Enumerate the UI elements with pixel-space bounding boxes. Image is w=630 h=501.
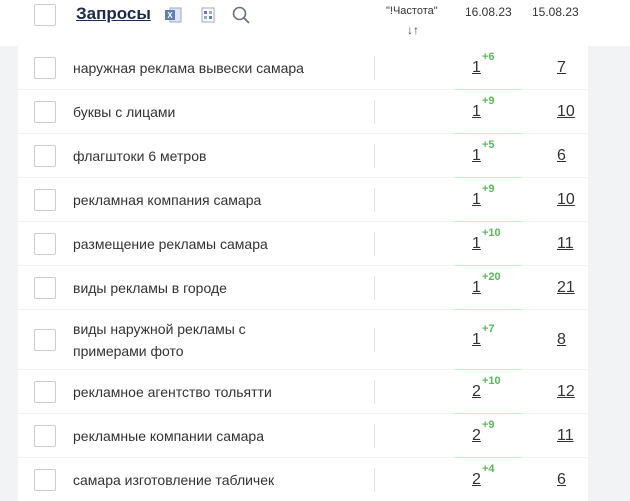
previous-position-link[interactable]: 21: [557, 279, 575, 297]
position-change-badge: +10: [482, 375, 501, 387]
column-divider: [374, 232, 375, 256]
previous-position-link[interactable]: 7: [557, 59, 566, 77]
position-link[interactable]: 1: [472, 331, 481, 349]
query-text: виды рекламы в городе: [73, 280, 227, 296]
position-link[interactable]: 1: [472, 59, 481, 77]
row-checkbox[interactable]: [34, 233, 56, 255]
table-row: самара изготовление табличек 2 +4 6: [18, 458, 588, 501]
column-divider: [374, 276, 375, 300]
row-checkbox[interactable]: [34, 57, 56, 79]
column-divider: [374, 328, 375, 352]
table-row: рекламная компания самара 1 +9 10: [18, 178, 588, 221]
previous-position-link[interactable]: 6: [557, 471, 566, 489]
search-icon[interactable]: [231, 5, 251, 25]
position-change-badge: +10: [482, 227, 501, 239]
table-row: наружная реклама вывески самара 1 +6 7: [18, 46, 588, 89]
frequency-column-header[interactable]: "!Частота": [386, 5, 438, 17]
select-all-checkbox[interactable]: [34, 4, 56, 26]
position-change-badge: +20: [482, 271, 501, 283]
column-divider: [374, 468, 375, 492]
column-divider: [374, 380, 375, 404]
position-change-badge: +9: [482, 95, 495, 107]
query-text: флагштоки 6 метров: [73, 148, 207, 164]
svg-text:X: X: [167, 11, 173, 20]
query-text: рекламная компания самара: [73, 192, 262, 208]
position-link[interactable]: 1: [472, 191, 481, 209]
table-row: виды наружной рекламы с примерами фото 1 +7…: [18, 310, 588, 369]
table-row: размещение рекламы самара 1 +10 11: [18, 222, 588, 265]
table-row: рекламное агентство тольятти 2 +10 12: [18, 370, 588, 413]
column-divider: [374, 100, 375, 124]
previous-position-link[interactable]: 11: [557, 235, 574, 253]
row-checkbox[interactable]: [34, 277, 56, 299]
position-link[interactable]: 1: [472, 147, 481, 165]
row-checkbox[interactable]: [34, 469, 56, 491]
position-link[interactable]: 2: [472, 383, 481, 401]
sort-icon[interactable]: ↓↑: [407, 23, 419, 37]
previous-position-link[interactable]: 10: [557, 191, 575, 209]
query-text-line: виды наружной рекламы с: [73, 321, 246, 337]
row-checkbox[interactable]: [34, 381, 56, 403]
previous-position-link[interactable]: 6: [557, 147, 566, 165]
table-header: Запросы X "!Частота" ↓↑ 16.08.23 15.08.2…: [0, 0, 630, 46]
query-text: рекламное агентство тольятти: [73, 384, 272, 400]
previous-position-link[interactable]: 10: [557, 103, 575, 121]
queries-title-link[interactable]: Запросы: [76, 4, 151, 24]
position-link[interactable]: 2: [472, 427, 481, 445]
row-checkbox[interactable]: [34, 101, 56, 123]
position-link[interactable]: 1: [472, 235, 481, 253]
query-text: самара изготовление табличек: [73, 472, 275, 488]
table-row: флагштоки 6 метров 1 +5 6: [18, 134, 588, 177]
position-link[interactable]: 1: [472, 279, 481, 297]
position-change-badge: +9: [482, 419, 495, 431]
position-change-badge: +7: [482, 323, 495, 335]
row-checkbox[interactable]: [34, 329, 56, 351]
date-column-header-1: 16.08.23: [465, 5, 512, 19]
previous-position-link[interactable]: 8: [557, 331, 566, 349]
column-divider: [374, 188, 375, 212]
table-row: буквы с лицами 1 +9 10: [18, 90, 588, 133]
row-checkbox[interactable]: [34, 145, 56, 167]
query-text: наружная реклама вывески самара: [73, 60, 304, 76]
column-divider: [374, 424, 375, 448]
previous-position-link[interactable]: 12: [557, 383, 575, 401]
date-column-header-2: 15.08.23: [532, 5, 579, 19]
query-text: размещение рекламы самара: [73, 236, 268, 252]
position-link[interactable]: 2: [472, 471, 481, 489]
query-text: рекламные компании самара: [73, 428, 264, 444]
position-change-badge: +4: [482, 463, 495, 475]
position-change-badge: +6: [482, 51, 495, 63]
column-divider: [374, 144, 375, 168]
query-text: виды наружной рекламы с примерами фото: [73, 318, 246, 362]
row-checkbox[interactable]: [34, 189, 56, 211]
table-row: рекламные компании самара 2 +9 11: [18, 414, 588, 457]
position-link[interactable]: 1: [472, 103, 481, 121]
column-divider: [374, 56, 375, 80]
position-change-badge: +9: [482, 183, 495, 195]
position-change-badge: +5: [482, 139, 495, 151]
row-checkbox[interactable]: [34, 425, 56, 447]
table-row: виды рекламы в городе 1 +20 21: [18, 266, 588, 309]
settings-grid-icon[interactable]: [198, 5, 218, 25]
query-text-line: примерами фото: [73, 343, 184, 359]
previous-position-link[interactable]: 11: [557, 427, 574, 445]
excel-icon[interactable]: X: [163, 5, 183, 25]
query-text: буквы с лицами: [73, 104, 176, 120]
